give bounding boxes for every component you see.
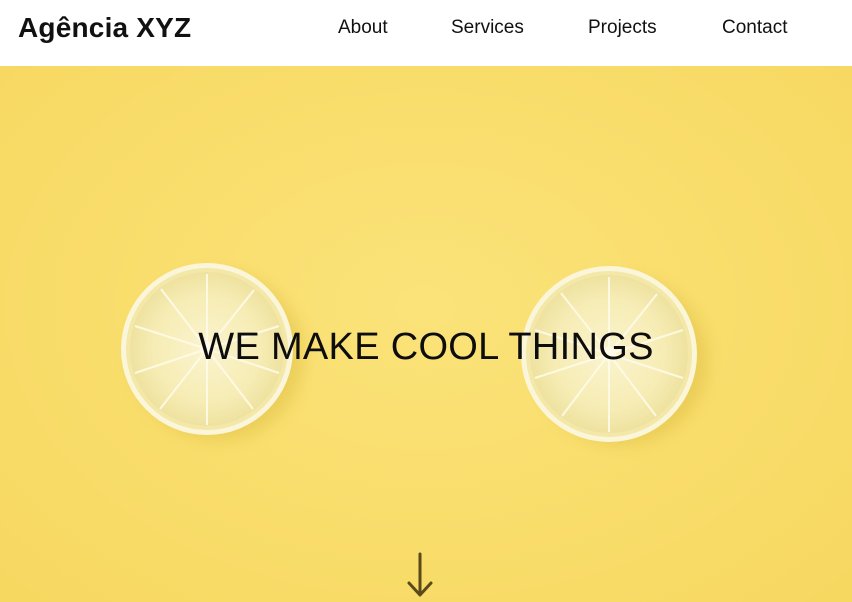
nav-link-services[interactable]: Services — [451, 15, 524, 41]
site-header: Agência XYZ About Services Projects Cont… — [0, 0, 852, 66]
hero-headline: WE MAKE COOL THINGS — [198, 326, 654, 368]
nav-link-projects[interactable]: Projects — [588, 15, 657, 41]
main-nav: About Services Projects Contact — [0, 15, 852, 41]
nav-link-contact[interactable]: Contact — [722, 15, 787, 41]
arrow-down-icon[interactable] — [404, 550, 436, 600]
hero-section: WE MAKE COOL THINGS — [0, 66, 852, 602]
nav-link-about[interactable]: About — [338, 15, 388, 41]
